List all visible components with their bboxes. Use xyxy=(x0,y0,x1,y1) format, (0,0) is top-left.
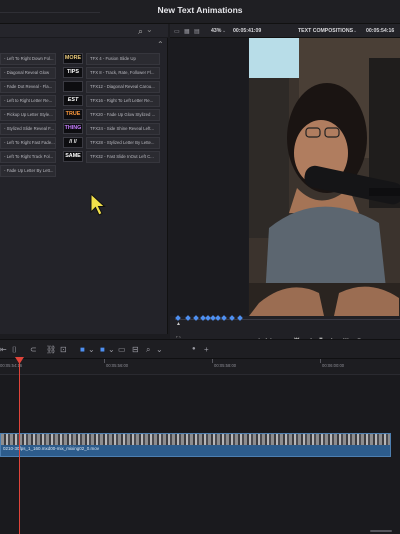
chevron-down-icon[interactable]: ⌄ xyxy=(146,25,153,34)
library-item[interactable]: - Diagonal Reveal Glow xyxy=(0,67,56,79)
window-title: New Text Animations xyxy=(157,5,243,15)
search-icon[interactable]: ⌕ xyxy=(138,26,143,37)
chevron-down-icon[interactable]: ⌄ xyxy=(222,28,226,34)
blade-mode-icon[interactable]: ⌷ xyxy=(12,345,17,355)
clip-name: 0210-30fps_1_160.mxd00-mix_mixing02_0.mo… xyxy=(3,446,100,451)
title-thumbnail[interactable]: EST xyxy=(63,95,83,106)
zoom-in-icon[interactable]: + xyxy=(204,345,209,354)
video-preview xyxy=(249,38,400,316)
chevron-down-icon[interactable]: ⌄ xyxy=(353,28,357,34)
title-thumbnail[interactable] xyxy=(63,81,83,92)
library-item[interactable]: TFX12 - Diagonal Reveal Carou... xyxy=(86,81,160,93)
grid-icon[interactable]: ▦ xyxy=(184,28,190,35)
title-thumbnail[interactable]: // // xyxy=(63,137,83,148)
library-item[interactable]: - Stylized Slide Reveal F... xyxy=(0,123,56,135)
library-item[interactable]: - Left to Right Letter Re... xyxy=(0,95,56,107)
lock-icon[interactable]: ⊡ xyxy=(60,345,67,354)
ruler-tick xyxy=(212,359,213,363)
marker-color-icon[interactable]: ■ xyxy=(100,345,105,354)
viewer-layout-icon[interactable]: ▭ xyxy=(174,28,180,35)
title-thumbnail[interactable]: TIPS xyxy=(63,67,83,78)
library-item[interactable]: - Left To Right Track Fol... xyxy=(0,151,56,163)
record-timecode: 00:05:54:16 xyxy=(366,28,395,34)
title-thumbnail[interactable]: MORE xyxy=(63,53,83,64)
library-item[interactable]: TFX28 - Stylized Letter By Lette... xyxy=(86,137,160,149)
library-toolbar: ⌕ ⌄ xyxy=(0,24,168,38)
library-item[interactable]: TFX 4 - Fusion Slide Up xyxy=(86,53,160,65)
viewer-side-panel xyxy=(170,38,248,316)
film-icon[interactable]: ▤ xyxy=(194,28,200,35)
viewer-header: ▭ ▦ ▤ 43% ⌄ 00:05:41:09 TEXT COMPOSITION… xyxy=(170,24,400,38)
library-item[interactable]: - Fade Up Letter By Lett... xyxy=(0,165,56,177)
effects-library-panel: ⌕ ⌄ ⌃ - Left To Right Down Fol... - Diag… xyxy=(0,24,168,334)
ruler-label: 00:05:56:00 xyxy=(106,363,129,368)
title-thumbnail[interactable]: THING xyxy=(63,123,83,134)
library-item[interactable]: - Fade Dot Reveal - Fla... xyxy=(0,81,56,93)
playhead[interactable] xyxy=(19,360,20,534)
ruler-label: 00:05:58:00 xyxy=(214,363,237,368)
flag-icon[interactable]: ■ xyxy=(80,345,85,354)
source-timecode: 00:05:41:09 xyxy=(233,28,262,34)
collapse-icon[interactable]: ⌃ xyxy=(157,40,164,49)
chevron-down-icon[interactable]: ⌄ xyxy=(88,345,95,354)
library-item[interactable]: - Left To Right Down Fol... xyxy=(0,53,56,65)
linked-selection-icon[interactable]: ⛓ xyxy=(46,345,56,354)
title-thumbnail[interactable]: SAME xyxy=(63,151,83,162)
viewer-scrubber[interactable]: ▲ xyxy=(170,315,400,336)
video-clip[interactable]: 0210-30fps_1_160.mxd00-mix_mixing02_0.mo… xyxy=(0,433,391,457)
snapping-icon[interactable]: ⊂ xyxy=(30,345,37,354)
library-item[interactable]: - Pickup Up Letter Style... xyxy=(0,109,56,121)
custom-zoom-icon[interactable]: ⊟ xyxy=(132,345,139,354)
library-item[interactable]: - Left To Right Fast Fade... xyxy=(0,137,56,149)
zoom-out-dot-icon[interactable]: ● xyxy=(192,346,196,352)
title-bar: New Text Animations xyxy=(0,0,400,24)
library-item[interactable]: TFX 8 - Track, Rate, Follower Fl... xyxy=(86,67,160,79)
ruler-tick xyxy=(104,359,105,363)
timeline-ruler[interactable]: 00:05:54:16 00:05:56:00 00:05:58:00 00:0… xyxy=(0,359,400,375)
library-item[interactable]: TFX24 - Side Shine Reveal Left... xyxy=(86,123,160,135)
horizontal-scrollbar[interactable] xyxy=(370,530,392,532)
video-frame xyxy=(249,38,400,316)
zoom-search-icon[interactable]: ⌕ xyxy=(146,345,150,355)
title-thumbnail[interactable]: TRUE xyxy=(63,109,83,120)
bin-name[interactable]: TEXT COMPOSITIONS xyxy=(298,28,353,34)
zoom-level[interactable]: 43% xyxy=(211,28,221,34)
ruler-label: 00:06:00:00 xyxy=(322,363,345,368)
library-item[interactable]: TFX32 - Fast Slide InOut Left C... xyxy=(86,151,160,163)
chevron-down-icon[interactable]: ⌄ xyxy=(108,345,115,354)
timeline-toolbar: ⇤ ⌷ ⊂ ⛓ ⊡ ■ ⌄ ■ ⌄ ▭ ⊟ ⌕ ⌄ ● + xyxy=(0,339,400,359)
library-item[interactable]: TFX16 - Right To Left Letter Re... xyxy=(86,95,160,107)
library-item[interactable]: TFX20 - Fade Up Glow Stylized ... xyxy=(86,109,160,121)
playhead-marker-icon[interactable]: ▲ xyxy=(176,321,181,327)
chevron-down-icon[interactable]: ⌄ xyxy=(156,345,163,354)
trim-tool-icon[interactable]: ⇤ xyxy=(0,345,7,354)
detail-zoom-icon[interactable]: ▭ xyxy=(118,345,126,354)
mouse-cursor-icon xyxy=(90,193,106,216)
clip-filmstrip xyxy=(1,434,390,445)
ruler-tick xyxy=(320,359,321,363)
